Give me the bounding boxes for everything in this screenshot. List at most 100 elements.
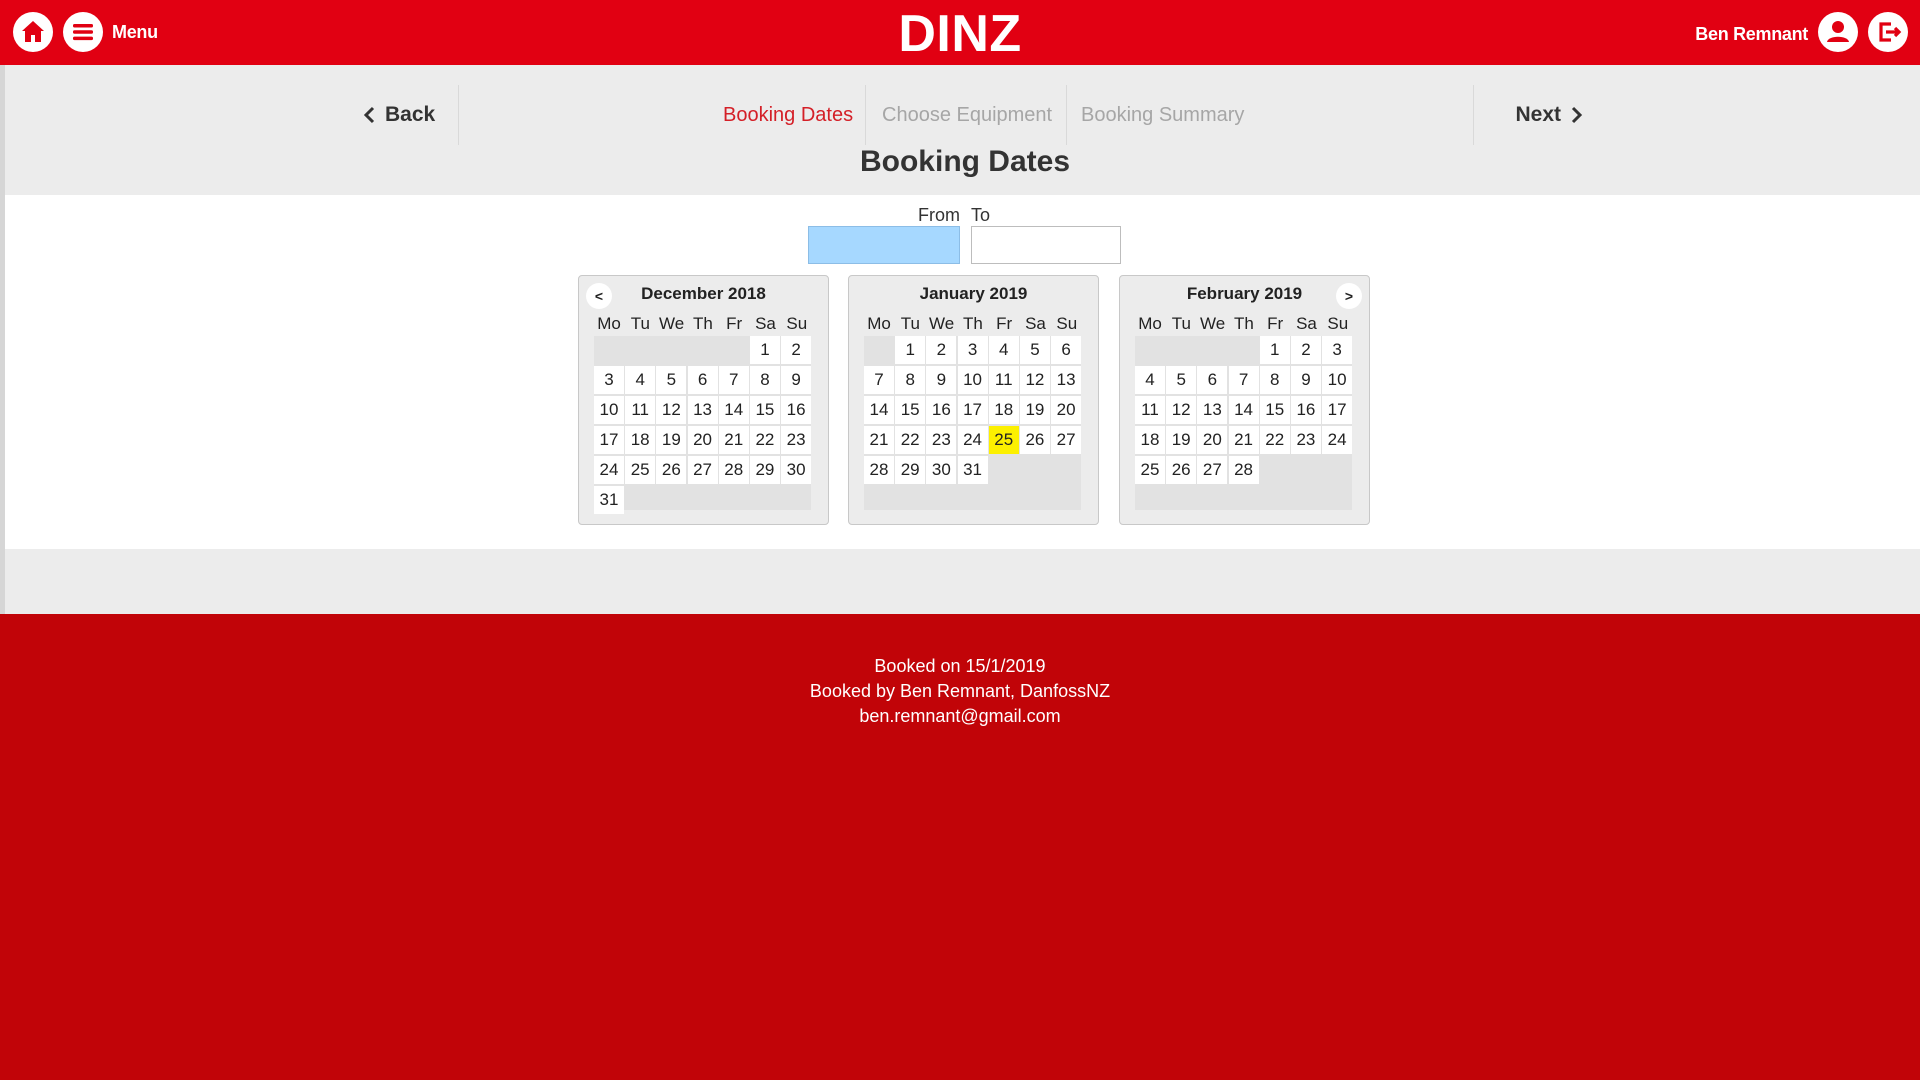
day-cell[interactable]: 24	[594, 456, 624, 484]
day-cell[interactable]: 22	[1259, 426, 1290, 454]
step-booking-summary[interactable]: Booking Summary	[1066, 85, 1244, 145]
day-cell[interactable]: 12	[1166, 396, 1197, 424]
day-cell[interactable]: 29	[749, 456, 780, 484]
day-cell[interactable]: 17	[1322, 396, 1353, 424]
day-cell[interactable]: 26	[1166, 456, 1197, 484]
day-cell[interactable]: 11	[988, 366, 1019, 394]
day-cell[interactable]: 27	[1197, 456, 1228, 484]
user-name[interactable]: Ben Remnant	[1695, 24, 1808, 45]
day-cell[interactable]: 23	[926, 426, 957, 454]
day-cell[interactable]: 2	[1290, 336, 1321, 364]
day-cell[interactable]: 4	[1135, 366, 1165, 394]
to-date-input[interactable]	[971, 226, 1121, 264]
day-cell[interactable]: 6	[1051, 336, 1082, 364]
day-cell[interactable]: 11	[1135, 396, 1165, 424]
user-icon[interactable]	[1818, 12, 1858, 52]
day-cell[interactable]: 28	[718, 456, 749, 484]
day-cell[interactable]: 31	[594, 486, 624, 514]
day-cell[interactable]: 10	[594, 396, 624, 424]
day-cell[interactable]: 30	[781, 456, 812, 484]
back-button[interactable]: Back	[363, 85, 459, 145]
day-cell[interactable]: 17	[594, 426, 624, 454]
day-cell[interactable]: 18	[1135, 426, 1165, 454]
day-cell[interactable]: 4	[988, 336, 1019, 364]
day-cell[interactable]: 1	[749, 336, 780, 364]
day-cell[interactable]: 20	[1197, 426, 1228, 454]
day-cell[interactable]: 1	[895, 336, 926, 364]
day-cell[interactable]: 4	[625, 366, 656, 394]
day-cell[interactable]: 30	[926, 456, 957, 484]
step-booking-dates[interactable]: Booking Dates	[723, 85, 853, 145]
day-cell[interactable]: 27	[687, 456, 718, 484]
logout-icon[interactable]	[1868, 12, 1908, 52]
day-cell[interactable]: 15	[895, 396, 926, 424]
day-cell[interactable]: 19	[656, 426, 687, 454]
day-cell[interactable]: 18	[625, 426, 656, 454]
day-cell[interactable]: 12	[1019, 366, 1050, 394]
day-cell[interactable]: 13	[687, 396, 718, 424]
day-cell[interactable]: 14	[864, 396, 894, 424]
day-cell[interactable]: 19	[1019, 396, 1050, 424]
day-cell[interactable]: 20	[687, 426, 718, 454]
day-cell[interactable]: 27	[1051, 426, 1082, 454]
day-cell[interactable]: 29	[895, 456, 926, 484]
day-cell[interactable]: 3	[957, 336, 988, 364]
day-cell[interactable]: 2	[781, 336, 812, 364]
day-cell[interactable]: 6	[687, 366, 718, 394]
day-cell[interactable]: 20	[1051, 396, 1082, 424]
day-cell[interactable]: 10	[1322, 366, 1353, 394]
day-cell[interactable]: 8	[1259, 366, 1290, 394]
day-cell[interactable]: 24	[957, 426, 988, 454]
day-cell[interactable]: 24	[1322, 426, 1353, 454]
day-cell[interactable]: 7	[718, 366, 749, 394]
day-cell[interactable]: 3	[594, 366, 624, 394]
day-cell[interactable]: 7	[1228, 366, 1259, 394]
day-cell[interactable]: 16	[926, 396, 957, 424]
day-cell[interactable]: 15	[749, 396, 780, 424]
day-cell[interactable]: 8	[749, 366, 780, 394]
day-cell[interactable]: 21	[718, 426, 749, 454]
day-cell[interactable]: 16	[781, 396, 812, 424]
day-cell[interactable]: 9	[926, 366, 957, 394]
next-button[interactable]: Next	[1473, 85, 1583, 145]
day-cell[interactable]: 21	[1228, 426, 1259, 454]
day-cell[interactable]: 15	[1259, 396, 1290, 424]
day-cell[interactable]: 21	[864, 426, 894, 454]
day-cell[interactable]: 12	[656, 396, 687, 424]
day-cell[interactable]: 9	[781, 366, 812, 394]
day-cell[interactable]: 7	[864, 366, 894, 394]
day-cell[interactable]: 1	[1259, 336, 1290, 364]
day-cell[interactable]: 28	[1228, 456, 1259, 484]
day-cell[interactable]: 25	[988, 426, 1019, 454]
day-cell[interactable]: 10	[957, 366, 988, 394]
day-cell[interactable]: 18	[988, 396, 1019, 424]
day-cell[interactable]: 16	[1290, 396, 1321, 424]
day-cell[interactable]: 14	[1228, 396, 1259, 424]
day-cell[interactable]: 11	[625, 396, 656, 424]
day-cell[interactable]: 9	[1290, 366, 1321, 394]
day-cell[interactable]: 5	[656, 366, 687, 394]
day-cell[interactable]: 26	[656, 456, 687, 484]
day-cell[interactable]: 3	[1322, 336, 1353, 364]
day-cell[interactable]: 6	[1197, 366, 1228, 394]
day-cell[interactable]: 13	[1051, 366, 1082, 394]
step-choose-equipment[interactable]: Choose Equipment	[865, 85, 1052, 145]
day-cell[interactable]: 23	[781, 426, 812, 454]
day-cell[interactable]: 5	[1166, 366, 1197, 394]
day-cell[interactable]: 25	[1135, 456, 1165, 484]
day-cell[interactable]: 26	[1019, 426, 1050, 454]
day-cell[interactable]: 19	[1166, 426, 1197, 454]
day-cell[interactable]: 17	[957, 396, 988, 424]
day-cell[interactable]: 5	[1019, 336, 1050, 364]
day-cell[interactable]: 8	[895, 366, 926, 394]
day-cell[interactable]: 23	[1290, 426, 1321, 454]
from-date-input[interactable]	[808, 226, 960, 264]
day-cell[interactable]: 22	[749, 426, 780, 454]
day-cell[interactable]: 2	[926, 336, 957, 364]
day-cell[interactable]: 13	[1197, 396, 1228, 424]
day-cell[interactable]: 31	[957, 456, 988, 484]
contact-email[interactable]: ben.remnant@gmail.com	[0, 704, 1920, 729]
next-month-button[interactable]: >	[1336, 283, 1362, 309]
day-cell[interactable]: 25	[625, 456, 656, 484]
day-cell[interactable]: 22	[895, 426, 926, 454]
